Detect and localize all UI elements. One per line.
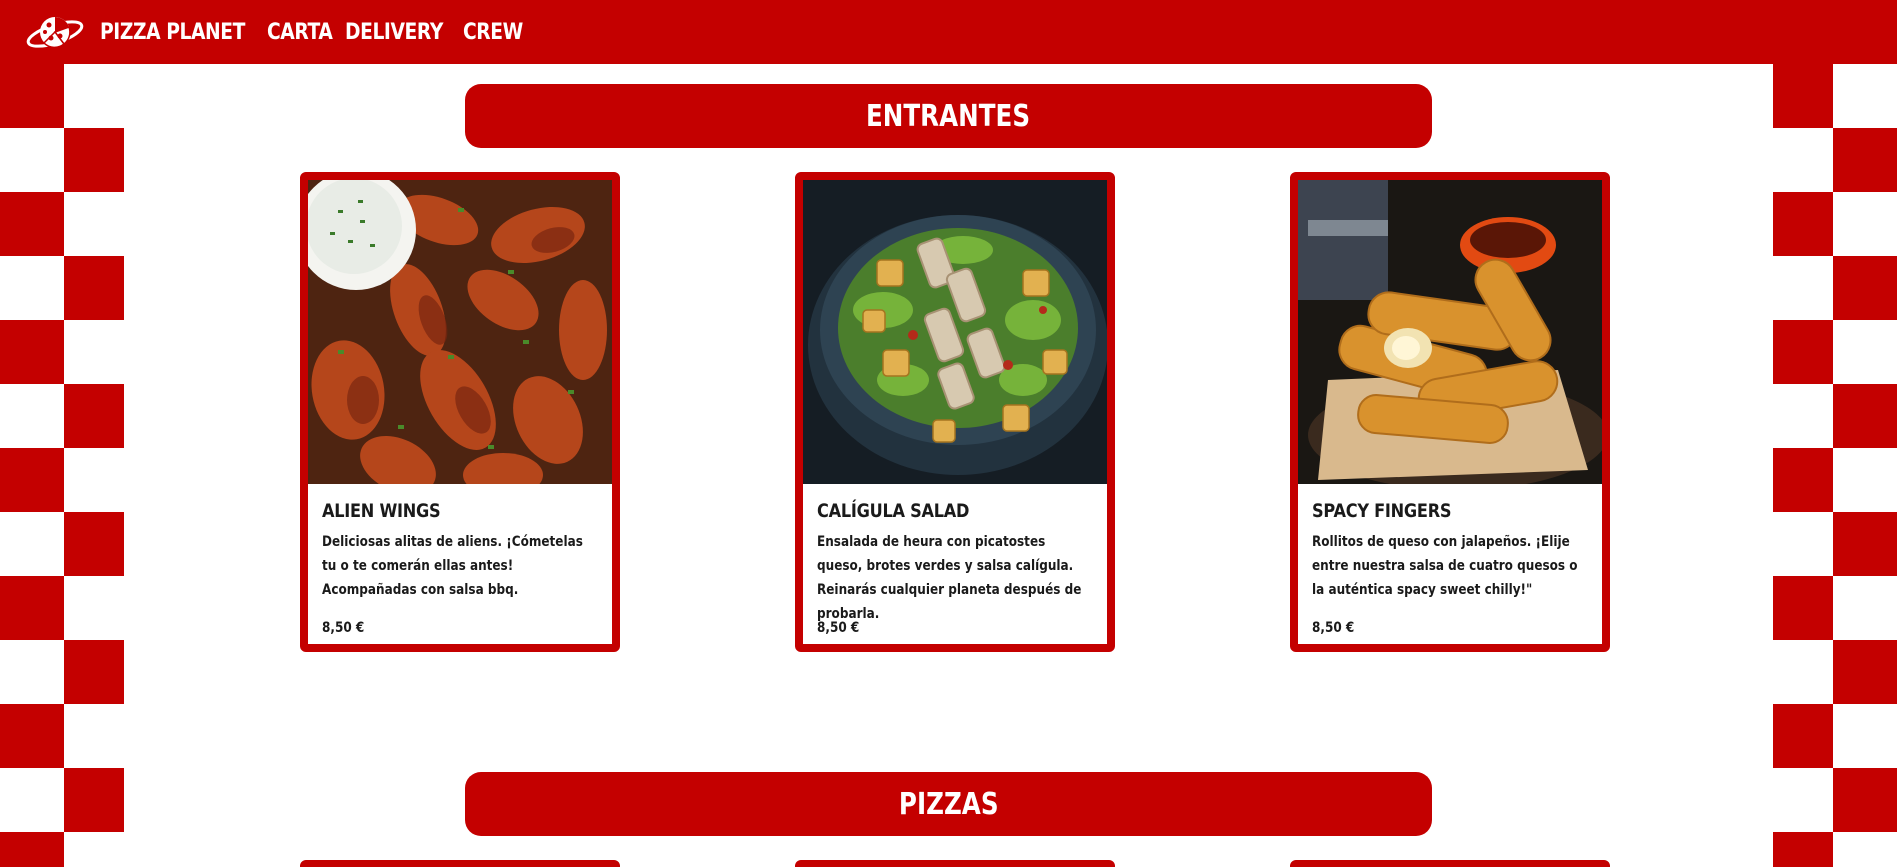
item-price: 8,50 € — [1312, 620, 1355, 636]
checkered-border-right — [1773, 0, 1897, 867]
item-price: 8,50 € — [322, 620, 365, 636]
section-title-pizzas: PIZZAS — [465, 772, 1432, 836]
item-description: Deliciosas alitas de aliens. ¡Cómetelas … — [322, 534, 583, 598]
nav-pizza-planet[interactable]: PIZZA PLANET — [100, 20, 245, 45]
menu-card-caligula-salad[interactable]: CALÍGULA SALAD Ensalada de heura con pic… — [795, 172, 1115, 652]
section-title-text: PIZZAS — [898, 786, 999, 822]
item-description: Ensalada de heura con picatostes queso, … — [817, 534, 1082, 622]
pizza-planet-logo-icon[interactable] — [24, 10, 86, 54]
menu-card-partial[interactable] — [795, 860, 1115, 867]
checkered-border-left — [0, 0, 124, 867]
menu-content: ENTRANTES ALIEN WINGS Deliciosas alitas … — [124, 64, 1773, 867]
nav-carta[interactable]: CARTA — [267, 20, 333, 45]
section-title-entrantes: ENTRANTES — [465, 84, 1432, 148]
item-name: SPACY FINGERS — [1312, 500, 1452, 522]
item-price: 8,50 € — [817, 620, 860, 636]
alien-wings-photo — [308, 180, 612, 484]
nav-delivery[interactable]: DELIVERY — [345, 20, 443, 45]
item-description: Rollitos de queso con jalapeños. ¡Elije … — [1312, 534, 1578, 598]
menu-card-partial[interactable] — [1290, 860, 1610, 867]
nav-crew[interactable]: CREW — [463, 20, 523, 45]
top-navigation-bar: PIZZA PLANET CARTA DELIVERY CREW — [0, 0, 1897, 64]
item-name: ALIEN WINGS — [322, 500, 441, 522]
main-nav: PIZZA PLANET CARTA DELIVERY CREW — [100, 20, 523, 45]
menu-card-alien-wings[interactable]: ALIEN WINGS Deliciosas alitas de aliens.… — [300, 172, 620, 652]
menu-card-partial[interactable] — [300, 860, 620, 867]
item-name: CALÍGULA SALAD — [817, 500, 970, 522]
section-title-text: ENTRANTES — [866, 98, 1031, 134]
menu-card-spacy-fingers[interactable]: SPACY FINGERS Rollitos de queso con jala… — [1290, 172, 1610, 652]
caligula-salad-photo — [803, 180, 1107, 484]
spacy-fingers-photo — [1298, 180, 1602, 484]
